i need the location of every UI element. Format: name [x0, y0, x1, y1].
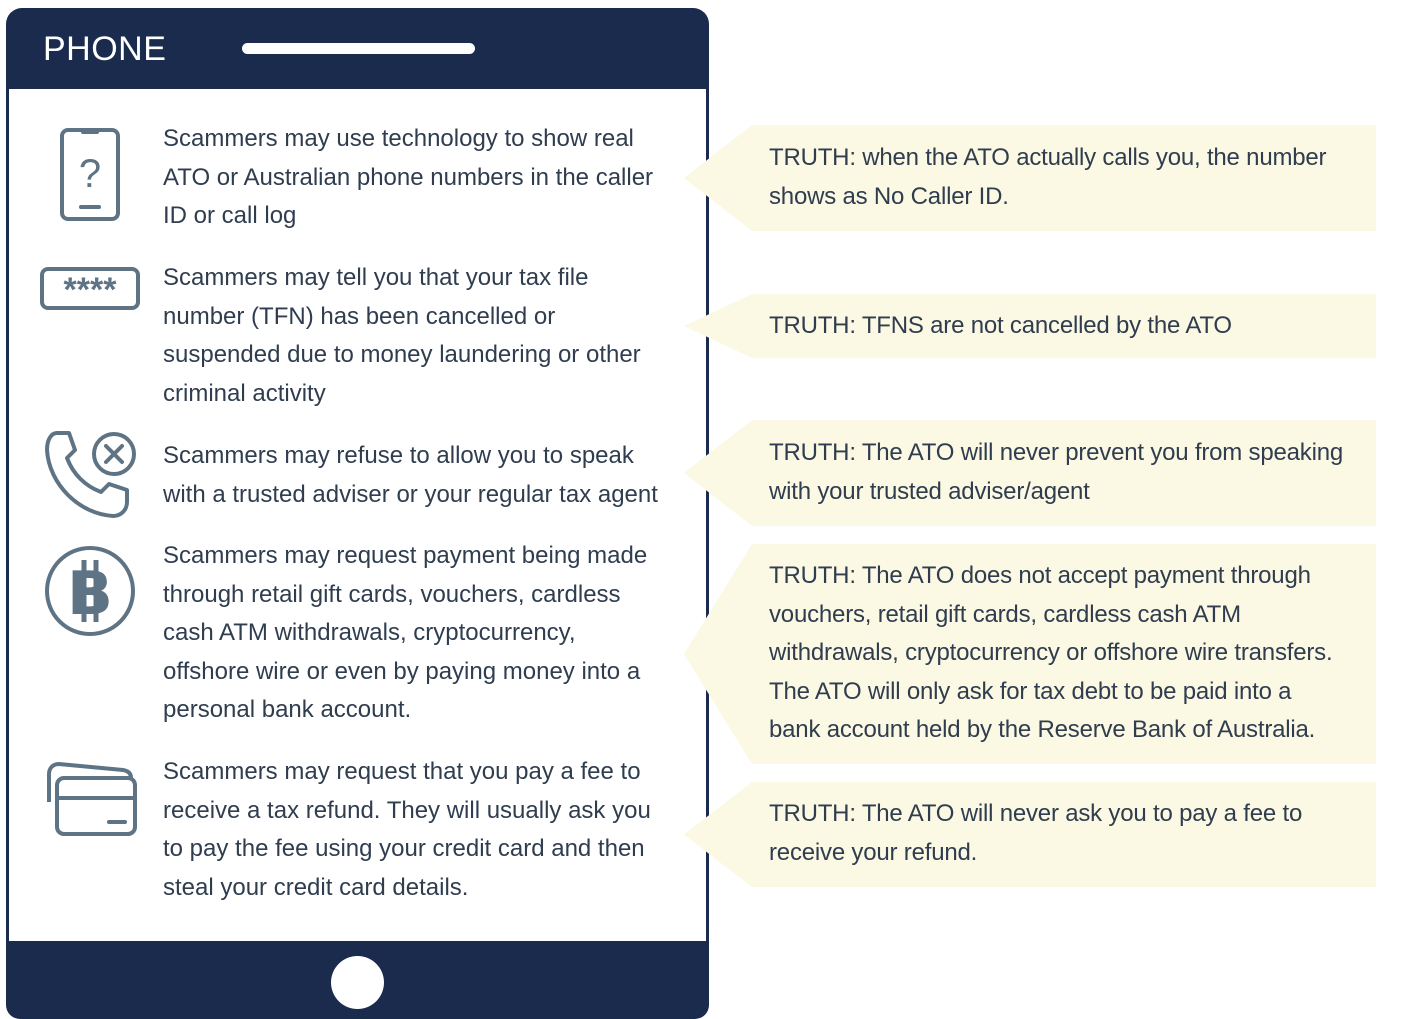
- truth-callout-2: TRUTH: TFNS are not cancelled by the ATO: [684, 294, 1376, 358]
- phone-title: PHONE: [43, 30, 167, 68]
- claim-text-1: Scammers may use technology to show real…: [163, 125, 654, 230]
- phone-cancel-icon: [41, 428, 139, 524]
- password-field-icon: ****: [39, 266, 141, 312]
- bitcoin-icon: B: [43, 544, 137, 638]
- speaker-bar: [242, 43, 475, 54]
- truth-callout-4: TRUTH: The ATO does not accept payment t…: [684, 544, 1376, 764]
- claim-text-3: Scammers may refuse to allow you to spea…: [163, 442, 658, 508]
- smartphone-question-icon: ?: [57, 127, 123, 223]
- claim-text-4: Scammers may request payment being made …: [163, 542, 648, 724]
- truth-callout-3: TRUTH: The ATO will never prevent you fr…: [684, 420, 1376, 526]
- truth-callout-5: TRUTH: The ATO will never ask you to pay…: [684, 782, 1376, 887]
- svg-text:B: B: [67, 559, 113, 629]
- truth-callout-1: TRUTH: when the ATO actually calls you, …: [684, 125, 1376, 231]
- truth-text-4: TRUTH: The ATO does not accept payment t…: [769, 562, 1333, 744]
- claim-text-5: Scammers may request that you pay a fee …: [163, 758, 651, 901]
- svg-text:?: ?: [79, 152, 101, 196]
- svg-text:****: ****: [64, 271, 118, 309]
- truth-text-5: TRUTH: The ATO will never ask you to pay…: [769, 800, 1303, 866]
- truth-text-2: TRUTH: TFNS are not cancelled by the ATO: [769, 312, 1232, 339]
- truth-text-3: TRUTH: The ATO will never prevent you fr…: [769, 439, 1344, 505]
- truth-text-1: TRUTH: when the ATO actually calls you, …: [769, 144, 1327, 210]
- claim-text-2: Scammers may tell you that your tax file…: [163, 264, 641, 407]
- credit-cards-icon: [43, 758, 139, 840]
- home-button: [331, 956, 384, 1009]
